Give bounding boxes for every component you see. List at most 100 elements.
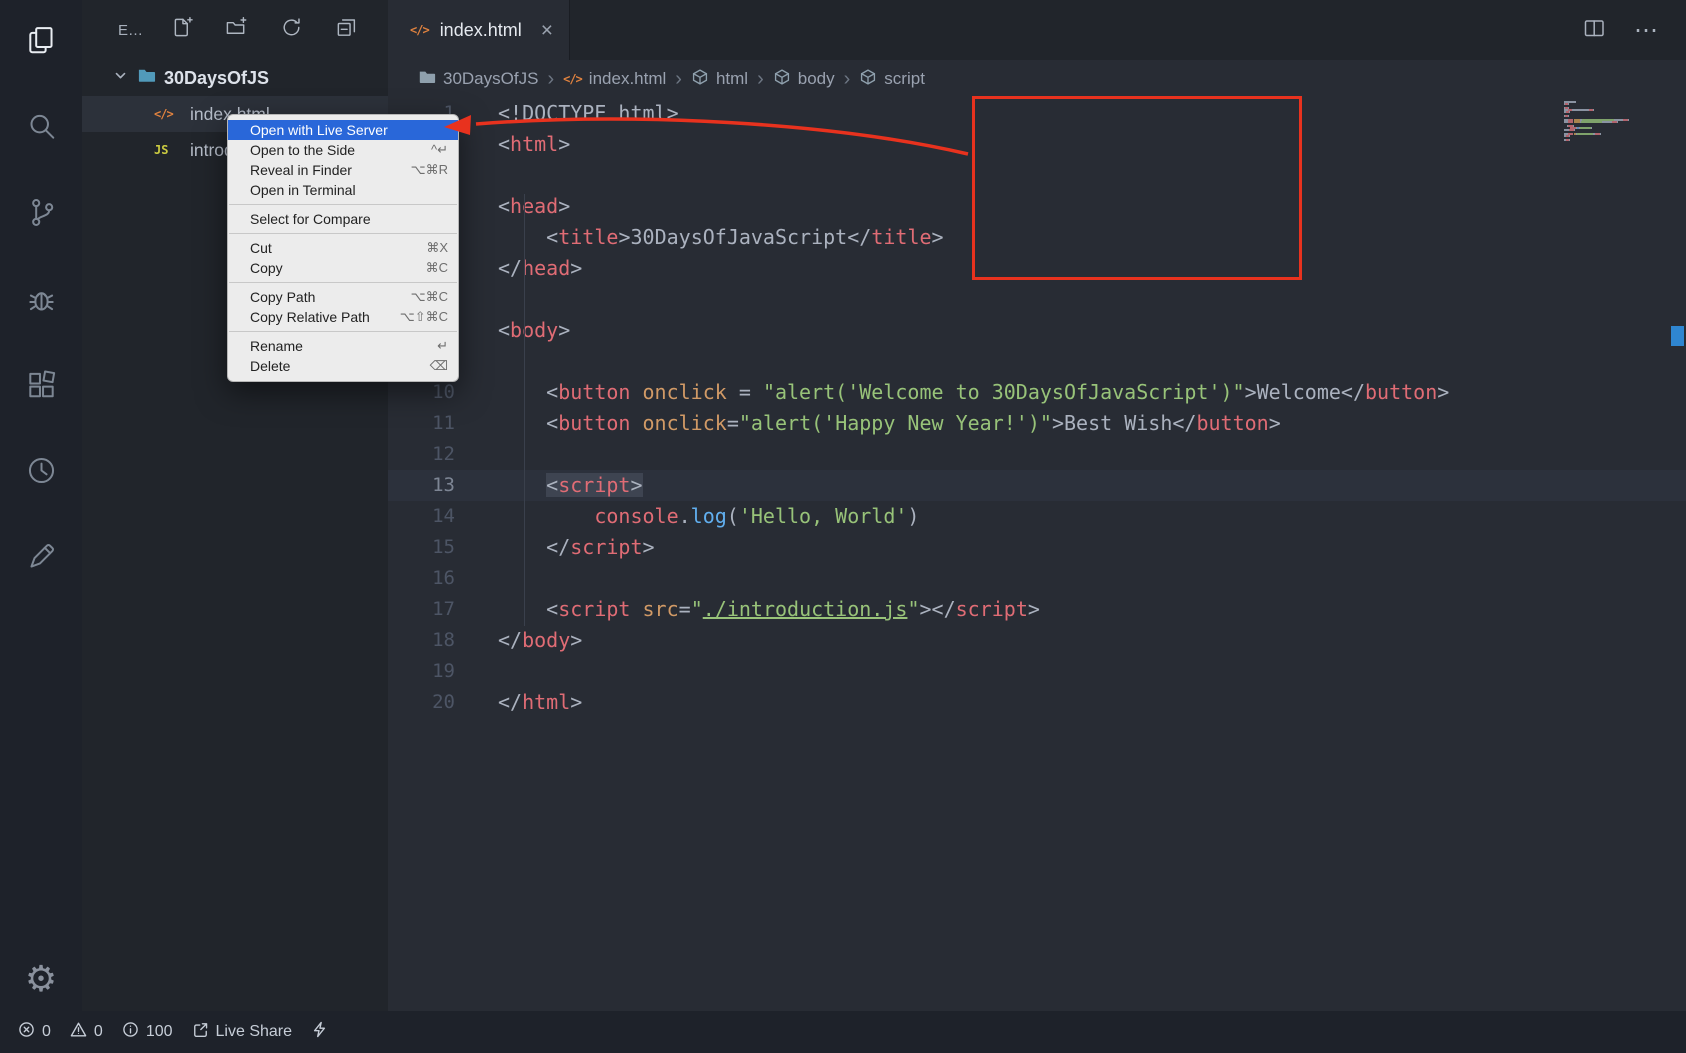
code-line[interactable]: 7 bbox=[388, 284, 1686, 315]
menu-item-shortcut: ⌘C bbox=[426, 260, 448, 276]
status-left: 0 0 100 Live Share bbox=[18, 1021, 328, 1043]
menu-item-cut[interactable]: Cut⌘X bbox=[228, 238, 458, 258]
status-lightning[interactable] bbox=[311, 1021, 328, 1043]
activity-search-button[interactable] bbox=[0, 86, 82, 172]
code-line[interactable]: 8<body> bbox=[388, 315, 1686, 346]
menu-item-rename[interactable]: Rename↵ bbox=[228, 336, 458, 356]
menu-separator bbox=[229, 233, 457, 234]
tab-index-html[interactable]: </> index.html × bbox=[388, 0, 570, 60]
clock-icon bbox=[25, 454, 58, 492]
refresh-icon[interactable] bbox=[280, 16, 303, 44]
menu-item-open-to-the-side[interactable]: Open to the Side^↵ bbox=[228, 140, 458, 160]
menu-separator bbox=[229, 204, 457, 205]
line-number: 16 bbox=[388, 563, 498, 594]
editor-actions: ⋯ bbox=[1582, 0, 1686, 60]
code-line[interactable]: 11 <button onclick="alert('Happy New Yea… bbox=[388, 408, 1686, 439]
activity-clock-button[interactable] bbox=[0, 430, 82, 516]
line-number: 11 bbox=[388, 408, 498, 439]
settings-gear-icon[interactable]: ⚙ bbox=[25, 961, 57, 997]
code-line[interactable]: 16 bbox=[388, 563, 1686, 594]
html-file-icon: </> bbox=[410, 23, 429, 37]
menu-item-label: Copy Relative Path bbox=[250, 309, 400, 325]
code-line[interactable]: 17 <script src="./introduction.js"></scr… bbox=[388, 594, 1686, 625]
code-line[interactable]: 19 bbox=[388, 656, 1686, 687]
activity-source-control-button[interactable] bbox=[0, 172, 82, 258]
code-line[interactable]: 14 console.log('Hello, World') bbox=[388, 501, 1686, 532]
status-label: 0 bbox=[94, 1023, 103, 1041]
code-line[interactable]: 18</body> bbox=[388, 625, 1686, 656]
menu-item-copy[interactable]: Copy⌘C bbox=[228, 258, 458, 278]
code-content: <body> bbox=[498, 315, 570, 346]
breadcrumb-label: script bbox=[884, 69, 925, 89]
context-menu: Open with Live ServerOpen to the Side^↵R… bbox=[227, 114, 459, 382]
code-line[interactable]: 9 bbox=[388, 346, 1686, 377]
line-number: 13 bbox=[388, 470, 498, 501]
menu-item-shortcut: ^↵ bbox=[431, 142, 448, 158]
warning-triangle-icon bbox=[70, 1021, 87, 1043]
menu-item-label: Select for Compare bbox=[250, 211, 448, 227]
html-file-icon: </> bbox=[563, 72, 582, 86]
code-content: <button onclick = "alert('Welcome to 30D… bbox=[498, 377, 1449, 408]
breadcrumb-body[interactable]: body bbox=[773, 68, 835, 91]
status-label: Live Share bbox=[216, 1023, 293, 1041]
menu-item-select-for-compare[interactable]: Select for Compare bbox=[228, 209, 458, 229]
activity-pen-button[interactable] bbox=[0, 516, 82, 602]
menu-item-copy-path[interactable]: Copy Path⌥⌘C bbox=[228, 287, 458, 307]
overview-ruler-marker bbox=[1671, 326, 1684, 346]
code-content: <!DOCTYPE html> bbox=[498, 98, 679, 129]
status-0[interactable]: 0 bbox=[18, 1021, 51, 1043]
menu-item-shortcut: ⌘X bbox=[426, 240, 448, 256]
breadcrumb-script[interactable]: script bbox=[859, 68, 925, 91]
menu-item-delete[interactable]: Delete⌫ bbox=[228, 356, 458, 376]
annotation-box bbox=[972, 96, 1302, 280]
menu-item-shortcut: ⌥⌘C bbox=[411, 289, 448, 305]
breadcrumb-index-html[interactable]: </> index.html bbox=[563, 69, 666, 89]
status-live-share[interactable]: Live Share bbox=[192, 1021, 293, 1043]
vscode-window: ⚙ E… 30DaysOfJS </>index.htmlJSintroduct… bbox=[0, 0, 1686, 1053]
code-content: <script src="./introduction.js"></script… bbox=[498, 594, 1040, 625]
code-line[interactable]: 20</html> bbox=[388, 687, 1686, 718]
breadcrumb-html[interactable]: html bbox=[691, 68, 748, 91]
code-content: </body> bbox=[498, 625, 582, 656]
activity-explorer-button[interactable] bbox=[0, 0, 82, 86]
menu-item-open-in-terminal[interactable]: Open in Terminal bbox=[228, 180, 458, 200]
split-editor-icon[interactable] bbox=[1582, 16, 1606, 45]
line-number: 17 bbox=[388, 594, 498, 625]
breadcrumb-label: index.html bbox=[589, 69, 666, 89]
code-line[interactable]: 15 </script> bbox=[388, 532, 1686, 563]
folder-row-root[interactable]: 30DaysOfJS bbox=[82, 60, 388, 96]
menu-item-label: Copy bbox=[250, 260, 426, 276]
status-100[interactable]: 100 bbox=[122, 1021, 173, 1043]
source-control-icon bbox=[25, 196, 58, 234]
folder-icon bbox=[418, 68, 436, 91]
indent-guide bbox=[524, 194, 525, 626]
collapse-all-icon[interactable] bbox=[335, 16, 358, 44]
explorer-title: E… bbox=[118, 22, 143, 39]
explorer-header: E… bbox=[82, 0, 388, 60]
new-file-icon[interactable] bbox=[170, 16, 193, 44]
menu-item-label: Rename bbox=[250, 338, 437, 354]
menu-item-label: Cut bbox=[250, 240, 426, 256]
breadcrumb-separator: › bbox=[666, 68, 691, 91]
menu-item-open-with-live-server[interactable]: Open with Live Server bbox=[228, 120, 458, 140]
minimap[interactable] bbox=[1564, 101, 1664, 141]
activity-extensions-button[interactable] bbox=[0, 344, 82, 430]
menu-item-reveal-in-finder[interactable]: Reveal in Finder⌥⌘R bbox=[228, 160, 458, 180]
menu-item-label: Reveal in Finder bbox=[250, 162, 411, 178]
status-0[interactable]: 0 bbox=[70, 1021, 103, 1043]
menu-item-copy-relative-path[interactable]: Copy Relative Path⌥⇧⌘C bbox=[228, 307, 458, 327]
code-line[interactable]: 12 bbox=[388, 439, 1686, 470]
code-content: <script> bbox=[498, 470, 643, 501]
new-folder-icon[interactable] bbox=[225, 16, 248, 44]
code-content: <title>30DaysOfJavaScript</title> bbox=[498, 222, 944, 253]
code-line[interactable]: 10 <button onclick = "alert('Welcome to … bbox=[388, 377, 1686, 408]
breadcrumb-30daysofjs[interactable]: 30DaysOfJS bbox=[418, 68, 538, 91]
code-content: <head> bbox=[498, 191, 570, 222]
breadcrumb-separator: › bbox=[748, 68, 773, 91]
menu-item-shortcut: ↵ bbox=[437, 338, 448, 354]
more-actions-icon[interactable]: ⋯ bbox=[1634, 16, 1660, 45]
code-line[interactable]: 13 <script> bbox=[388, 470, 1686, 501]
activity-debug-button[interactable] bbox=[0, 258, 82, 344]
status-label: 0 bbox=[42, 1023, 51, 1041]
close-icon[interactable]: × bbox=[541, 20, 553, 41]
